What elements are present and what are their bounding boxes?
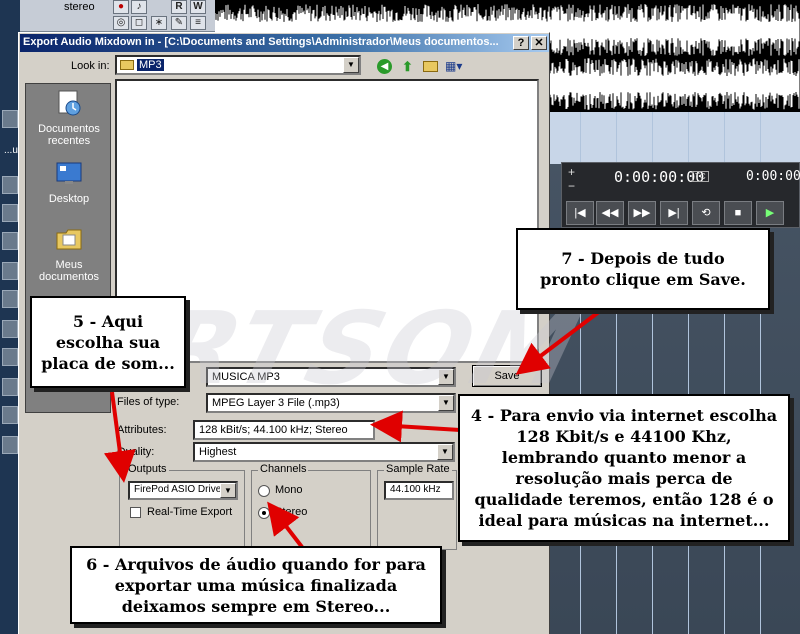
outputs-group: Outputs FirePod ASIO Driver ▼ Real-Time …	[119, 463, 245, 550]
sample-rate-value: 44.100 kHz	[390, 484, 441, 495]
close-button[interactable]: ✕	[531, 36, 547, 50]
eq-icon[interactable]: ≡	[190, 16, 206, 30]
attributes-value: 128 kBit/s; 44.100 kHz; Stereo	[199, 424, 348, 436]
edit-icon[interactable]: ✎	[171, 16, 187, 30]
daw-tool-button[interactable]	[2, 436, 18, 454]
place-desktop[interactable]: Desktop	[26, 158, 112, 205]
sample-rate-group: Sample Rate 44.100 kHz	[377, 463, 457, 550]
rewind-icon[interactable]: ◀◀	[596, 201, 624, 225]
cycle-icon[interactable]: ⟲	[692, 201, 720, 225]
go-to-end-icon[interactable]: ▶|	[660, 201, 688, 225]
dialog-titlebar[interactable]: Export Audio Mixdown in - [C:\Documents …	[20, 34, 549, 52]
time-display: 0:00:00:00	[614, 168, 705, 186]
my-documents-icon	[56, 229, 82, 250]
daw-left-toolbar	[0, 0, 20, 634]
output-device-value: FirePod ASIO Driver	[134, 484, 225, 495]
recent-documents-icon	[58, 90, 81, 116]
mono-label: Mono	[275, 484, 303, 496]
help-button[interactable]: ?	[513, 36, 529, 50]
place-recent-documents[interactable]: Documentos recentes	[26, 88, 112, 147]
callout-step5: 5 - Aqui escolha sua placa de som...	[30, 296, 186, 388]
realtime-export-label: Real-Time Export	[147, 506, 233, 518]
place-label: Desktop	[48, 193, 90, 205]
stop-icon[interactable]: ■	[724, 201, 752, 225]
place-label: Meus documentos	[39, 259, 99, 283]
time-display-secondary: 0:00:00:0	[746, 169, 800, 184]
chevron-down-icon[interactable]: ▼	[437, 444, 453, 460]
folder-icon	[120, 60, 134, 70]
monitor-icon[interactable]: ◎	[113, 16, 129, 30]
sample-rate-dropdown[interactable]: 44.100 kHz	[384, 481, 454, 500]
stereo-label: Stereo	[275, 506, 308, 518]
play-icon[interactable]: ▶	[756, 201, 784, 225]
daw-tool-button[interactable]	[2, 204, 18, 222]
stereo-radio[interactable]	[258, 507, 270, 519]
quality-value: Highest	[199, 446, 237, 458]
place-label: Documentos recentes	[38, 123, 100, 147]
chevron-down-icon[interactable]: ▼	[343, 57, 359, 73]
up-folder-icon[interactable]: ⬆	[400, 59, 415, 74]
transport-panel: + − 0:00:00:00 TC 0:00:00:0 |◀ ◀◀ ▶▶ ▶| …	[561, 162, 800, 228]
freeze-icon[interactable]: ∗	[151, 16, 167, 30]
chevron-down-icon[interactable]: ▼	[220, 483, 236, 498]
outputs-title: Outputs	[126, 463, 169, 475]
track-name: stereo	[64, 1, 95, 13]
fast-forward-icon[interactable]: ▶▶	[628, 201, 656, 225]
go-to-start-icon[interactable]: |◀	[566, 201, 594, 225]
daw-tool-button[interactable]	[2, 232, 18, 250]
daw-tool-button[interactable]	[2, 262, 18, 280]
attributes-label: Attributes:	[117, 424, 167, 436]
daw-tool-button[interactable]	[2, 290, 18, 308]
daw-tool-button[interactable]	[2, 320, 18, 338]
callout-step4: 4 - Para envio via internet escolha 128 …	[458, 394, 790, 542]
back-icon[interactable]: ◀	[377, 59, 392, 74]
daw-tool-button[interactable]	[2, 110, 18, 128]
attributes-field[interactable]: 128 kBit/s; 44.100 kHz; Stereo	[193, 420, 375, 440]
track-read-button[interactable]: R	[171, 0, 187, 14]
timeline-area	[548, 112, 800, 164]
sample-rate-title: Sample Rate	[384, 463, 452, 475]
speaker-icon[interactable]: ♪	[131, 0, 147, 14]
output-device-dropdown[interactable]: FirePod ASIO Driver ▼	[128, 481, 238, 500]
timecode-badge[interactable]: TC	[692, 171, 709, 182]
desktop-icon	[56, 162, 82, 184]
channels-title: Channels	[258, 463, 309, 475]
look-in-label: Look in:	[71, 60, 110, 72]
realtime-export-checkbox[interactable]	[130, 507, 141, 518]
daw-tool-button[interactable]	[2, 176, 18, 194]
place-my-documents[interactable]: Meus documentos	[26, 224, 112, 283]
record-enable-icon[interactable]: ●	[113, 0, 129, 14]
view-menu-icon[interactable]: ▦▾	[445, 59, 465, 74]
track-write-button[interactable]: W	[190, 0, 206, 14]
lock-icon[interactable]: ◻	[131, 16, 147, 30]
daw-tool-button[interactable]	[2, 348, 18, 366]
quality-label: Quality:	[117, 446, 155, 458]
daw-tool-button[interactable]	[2, 378, 18, 396]
look-in-value: MP3	[137, 59, 164, 71]
dialog-title: Export Audio Mixdown in - [C:\Documents …	[23, 36, 499, 48]
channels-group: Channels Mono Stereo	[251, 463, 371, 550]
new-folder-icon[interactable]	[423, 61, 438, 72]
minus-icon[interactable]: −	[568, 179, 575, 193]
callout-step7: 7 - Depois de tudo pronto clique em Save…	[516, 228, 770, 310]
mono-radio[interactable]	[258, 485, 270, 497]
quality-dropdown[interactable]: Highest ▼	[193, 442, 455, 462]
plus-icon[interactable]: +	[568, 165, 575, 179]
look-in-dropdown[interactable]: MP3 ▼	[115, 55, 361, 75]
track-header: stereo ● ♪ R W ◎ ◻ ∗ ✎ ≡	[20, 0, 215, 32]
callout-step6: 6 - Arquivos de áudio quando for para ex…	[70, 546, 442, 624]
daw-tool-button[interactable]	[2, 406, 18, 424]
